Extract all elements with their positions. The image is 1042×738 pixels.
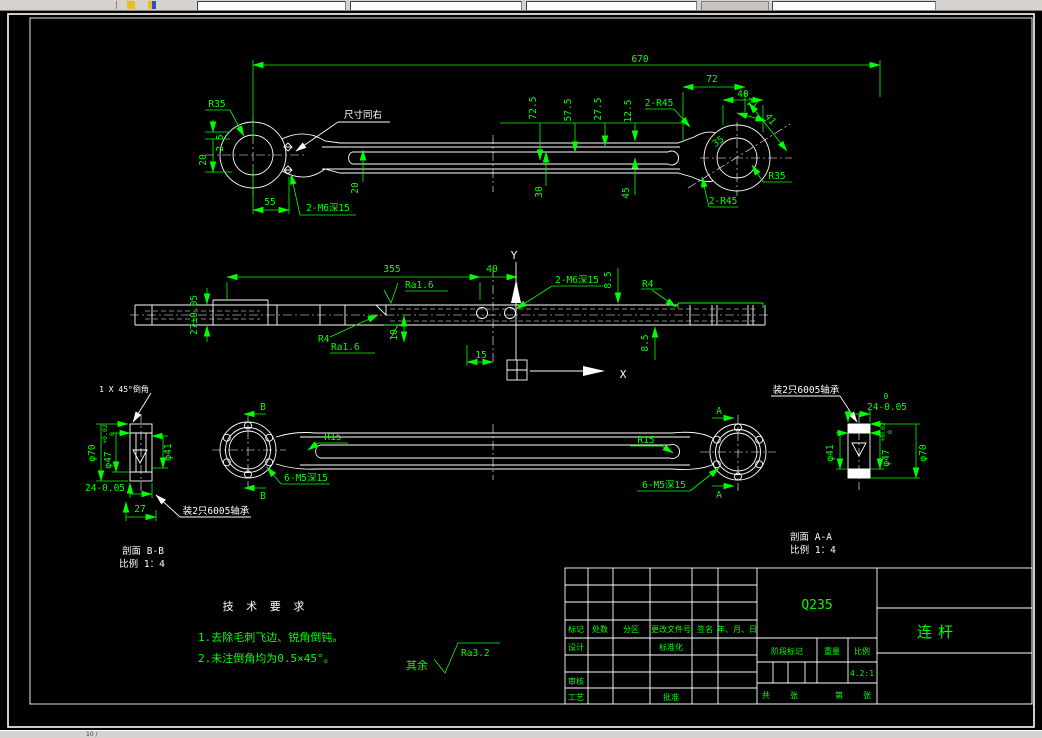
dim-20-left: 20 bbox=[198, 154, 209, 166]
surface-ra16-bottom: Ra1.6 bbox=[331, 342, 360, 353]
material-value: Q235 bbox=[801, 598, 832, 613]
aa-dia47: φ47 bbox=[881, 449, 892, 466]
role-process: 工艺 bbox=[568, 693, 584, 702]
weight-label: 重量 bbox=[824, 646, 840, 656]
other-surfaces-label: 其余 bbox=[406, 658, 428, 672]
color-combo[interactable] bbox=[350, 1, 522, 11]
aa-dia47-tol-lower: 0 bbox=[886, 430, 894, 434]
role-standardization: 标准化 bbox=[659, 642, 683, 652]
note-same-as-right: 尺寸同右 bbox=[344, 109, 382, 121]
toolbar bbox=[0, 0, 1042, 11]
status-bar: 10 / bbox=[0, 730, 1042, 738]
scale-label: 比例 bbox=[854, 646, 870, 656]
dim-2-5: 2.5 bbox=[215, 134, 226, 151]
dim-670: 670 bbox=[631, 54, 648, 65]
toolbar-separator bbox=[116, 1, 117, 9]
fillet-2-r45-top: 2-R45 bbox=[645, 98, 674, 109]
slot-r15-left: R15 bbox=[324, 432, 341, 443]
aa-dim24-upper: 0 bbox=[884, 392, 889, 401]
layer-combo[interactable] bbox=[197, 1, 346, 11]
dim-45: 45 bbox=[621, 187, 632, 198]
bb-dia47-tol-lower: 0 bbox=[108, 432, 116, 436]
slot-r15-right: R15 bbox=[637, 435, 654, 446]
axis-x-label: X bbox=[620, 368, 627, 381]
rev-header-mark: 标记 bbox=[568, 624, 584, 634]
dim-20-slot: 20 bbox=[350, 182, 361, 194]
thread-6m5-left: 6-M5深15 bbox=[284, 473, 328, 484]
dim-8-5-bottom: 8.5 bbox=[640, 334, 651, 351]
cad-application-window: 670 72 40 27 72.5 57.5 27.5 12.5 2.5 20 … bbox=[0, 0, 1042, 738]
role-approve: 批准 bbox=[663, 692, 679, 702]
dim-72-5: 72.5 bbox=[528, 97, 539, 120]
role-check: 审核 bbox=[568, 676, 584, 686]
layer-icon[interactable] bbox=[127, 1, 135, 9]
section-bb-title: 剖面 B-B bbox=[122, 545, 164, 557]
tech-req-item1: 1.去除毛刺飞边、锐角倒钝。 bbox=[198, 630, 343, 644]
axis-y-label: Y bbox=[511, 249, 518, 262]
section-a-bottom: A bbox=[716, 490, 722, 501]
radius-r35-right: R35 bbox=[768, 171, 785, 182]
cad-canvas[interactable]: 670 72 40 27 72.5 57.5 27.5 12.5 2.5 20 … bbox=[0, 0, 1042, 738]
rev-header-sign: 签名 bbox=[697, 624, 713, 634]
bb-dim24: 24-0.05 bbox=[85, 483, 125, 494]
part-name: 连杆 bbox=[917, 623, 959, 641]
dim-12-5: 12.5 bbox=[623, 100, 634, 123]
fillet-r4-left: R4 bbox=[318, 334, 330, 345]
bearing-note-right: 装2只6005轴承 bbox=[773, 384, 840, 396]
scale-value: 4.2:1 bbox=[850, 669, 874, 678]
radius-r35-left: R35 bbox=[208, 99, 225, 110]
section-b-top: B bbox=[260, 402, 266, 413]
bearing-note-left: 装2只6005轴承 bbox=[183, 505, 250, 517]
aa-dim24: 24-0.05 bbox=[867, 402, 907, 413]
bb-dia70: φ70 bbox=[87, 444, 98, 461]
fillet-2-r45-bottom: 2-R45 bbox=[709, 196, 738, 207]
chamfer-note: 1 X 45°倒角 bbox=[99, 384, 149, 394]
rev-header-docno: 更改文件号 bbox=[651, 624, 691, 634]
role-design: 设计 bbox=[568, 642, 584, 652]
aa-dia70: φ70 bbox=[918, 444, 929, 461]
bb-dia47: φ47 bbox=[103, 451, 114, 468]
tech-req-item2: 2.未注倒角均为0.5×45°。 bbox=[198, 651, 335, 665]
sheet-unit1: 张 bbox=[790, 691, 798, 700]
lineweight-combo[interactable] bbox=[701, 1, 769, 11]
sheet-total-label: 共 bbox=[762, 691, 770, 700]
rev-header-date: 年、月、日 bbox=[717, 624, 757, 634]
dim-355: 355 bbox=[383, 264, 400, 275]
tech-req-title: 技 术 要 求 bbox=[223, 600, 308, 613]
dim-10: 10 bbox=[389, 329, 400, 341]
dim-40-mid: 40 bbox=[486, 264, 498, 275]
surface-ra16-top: Ra1.6 bbox=[405, 280, 434, 291]
section-bb-scale: 比例 1：4 bbox=[119, 558, 165, 570]
layer-color-icon[interactable] bbox=[148, 1, 156, 9]
stage-mark-label: 阶段标记 bbox=[771, 646, 803, 656]
dim-8-5-top: 8.5 bbox=[603, 271, 614, 288]
section-a-top: A bbox=[716, 406, 722, 417]
dim-27-5: 27.5 bbox=[593, 98, 604, 121]
bb-dia41: φ41 bbox=[163, 443, 174, 460]
status-text: 10 / bbox=[86, 731, 98, 738]
thread-note-m6-mid: 2-M6深15 bbox=[555, 275, 599, 286]
thread-6m5-right: 6-M5深15 bbox=[642, 480, 686, 491]
sheet-no-label: 第 bbox=[835, 690, 843, 700]
dim-15: 15 bbox=[475, 350, 486, 361]
bb-dim27: 27 bbox=[134, 504, 145, 515]
plotstyle-combo[interactable] bbox=[772, 1, 936, 11]
other-roughness-value: Ra3.2 bbox=[461, 648, 490, 659]
section-b-bottom: B bbox=[260, 491, 266, 502]
rev-header-zone: 分区 bbox=[623, 625, 639, 634]
section-aa-title: 剖面 A-A bbox=[790, 531, 832, 543]
dim-55: 55 bbox=[264, 197, 275, 208]
fillet-r4-right: R4 bbox=[642, 279, 654, 290]
linetype-combo[interactable] bbox=[526, 1, 697, 11]
dim-30: 30 bbox=[534, 186, 545, 198]
aa-dia41: φ41 bbox=[825, 444, 836, 461]
rev-header-count: 处数 bbox=[592, 624, 608, 634]
section-aa-scale: 比例 1：4 bbox=[790, 544, 836, 556]
thread-note-m6: 2-M6深15 bbox=[306, 203, 350, 214]
dim-57-5: 57.5 bbox=[563, 99, 574, 122]
sheet-unit2: 张 bbox=[863, 691, 871, 700]
dim-72: 72 bbox=[706, 74, 717, 85]
model-space-background[interactable] bbox=[0, 10, 1042, 731]
dim-27-tol: 27±0.05 bbox=[189, 295, 200, 335]
